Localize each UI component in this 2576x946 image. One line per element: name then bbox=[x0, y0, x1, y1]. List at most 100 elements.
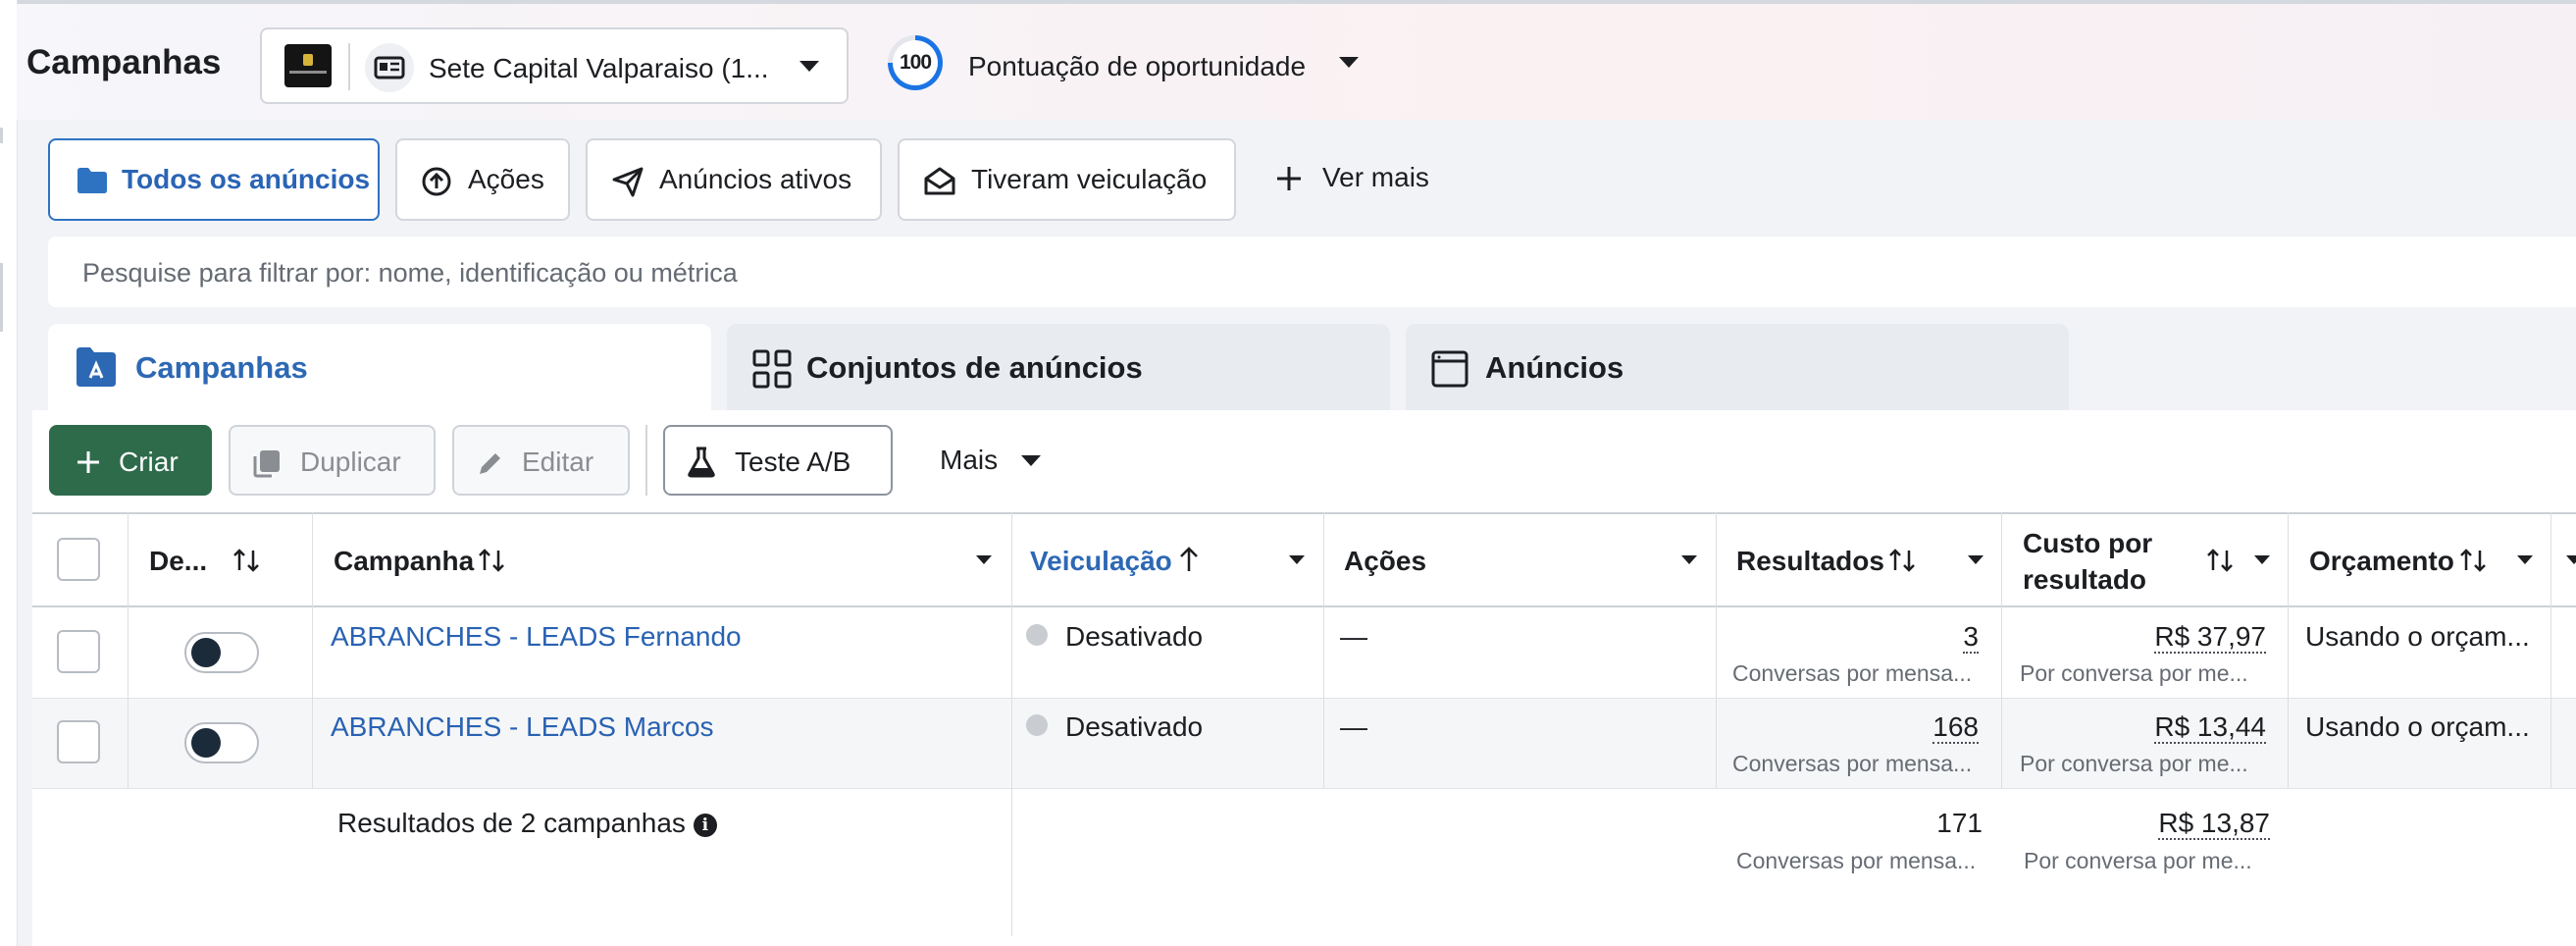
sort-icon[interactable] bbox=[1887, 547, 1917, 574]
edit-label: Editar bbox=[522, 447, 594, 477]
column-divider bbox=[312, 512, 313, 788]
sort-icon[interactable] bbox=[2458, 547, 2488, 574]
tab-campaigns[interactable]: Campanhas bbox=[48, 324, 711, 410]
info-icon[interactable]: i bbox=[693, 814, 717, 837]
row-divider bbox=[32, 788, 2576, 789]
tab-ads[interactable]: Anúncios bbox=[1406, 324, 2069, 410]
column-header-campaign[interactable]: Campanha bbox=[334, 546, 474, 577]
edit-button[interactable]: Editar bbox=[452, 425, 630, 496]
filter-actions[interactable]: Ações bbox=[395, 138, 570, 221]
open-envelope-icon bbox=[923, 166, 956, 197]
tab-label: Anúncios bbox=[1485, 350, 1624, 385]
results-value[interactable]: 3 bbox=[1963, 621, 1979, 654]
results-subtitle: Conversas por mensa... bbox=[1732, 660, 1973, 686]
results-value[interactable]: 168 bbox=[1932, 711, 1979, 744]
account-logo bbox=[284, 44, 332, 87]
search-placeholder: Pesquise para filtrar por: nome, identif… bbox=[82, 258, 738, 288]
row-checkbox[interactable] bbox=[57, 630, 100, 673]
sort-icon[interactable] bbox=[477, 547, 506, 574]
account-selector[interactable]: Sete Capital Valparaiso (1... bbox=[260, 27, 849, 104]
column-menu-caret[interactable] bbox=[1968, 555, 1984, 564]
select-all-checkbox[interactable] bbox=[57, 538, 100, 581]
account-card-icon bbox=[365, 43, 414, 92]
table-header-border bbox=[32, 605, 2576, 607]
campaign-name-link[interactable]: ABRANCHES - LEADS Fernando bbox=[331, 621, 742, 653]
flask-icon bbox=[688, 447, 715, 478]
divider bbox=[348, 43, 350, 90]
page-title: Campanhas bbox=[26, 43, 222, 81]
column-header-results[interactable]: Resultados bbox=[1736, 546, 1884, 577]
column-header-delivery-toggle[interactable]: De... bbox=[149, 546, 207, 577]
filter-label: Todos os anúncios bbox=[122, 164, 371, 194]
filter-label: Tiveram veiculação bbox=[971, 164, 1208, 194]
plus-icon bbox=[1277, 167, 1301, 190]
ab-test-label: Teste A/B bbox=[735, 447, 851, 477]
opportunity-score-value: 100 bbox=[893, 40, 938, 85]
budget-value: Usando o orçam... bbox=[2305, 711, 2530, 742]
filter-all-ads[interactable]: Todos os anúncios bbox=[48, 138, 380, 221]
opportunity-score-ring[interactable]: 100 bbox=[888, 35, 943, 90]
rail-marker bbox=[0, 128, 3, 143]
actions-value: — bbox=[1340, 621, 1367, 652]
duplicate-button[interactable]: Duplicar bbox=[229, 425, 436, 496]
filter-active-ads[interactable]: Anúncios ativos bbox=[586, 138, 882, 221]
summary-cost-value[interactable]: R$ 13,87 bbox=[2158, 808, 2270, 840]
delivery-toggle[interactable] bbox=[184, 632, 259, 673]
column-header-budget[interactable]: Orçamento bbox=[2309, 546, 2454, 577]
account-name: Sete Capital Valparaiso (1... bbox=[429, 53, 769, 83]
filter-label: Ações bbox=[468, 164, 544, 194]
duplicate-label: Duplicar bbox=[300, 447, 401, 477]
search-input[interactable]: Pesquise para filtrar por: nome, identif… bbox=[48, 236, 2576, 307]
column-menu-caret[interactable] bbox=[976, 555, 992, 564]
sort-icon[interactable] bbox=[232, 547, 261, 574]
cost-subtitle: Por conversa por me... bbox=[2020, 751, 2248, 776]
column-header-cost-per-result[interactable]: resultado bbox=[2023, 564, 2146, 596]
status-dot bbox=[1026, 624, 1048, 646]
column-header-actions[interactable]: Ações bbox=[1344, 546, 1426, 577]
column-menu-caret[interactable] bbox=[2517, 555, 2533, 564]
delivery-toggle[interactable] bbox=[184, 722, 259, 763]
column-divider bbox=[2288, 512, 2289, 788]
folder-icon bbox=[76, 166, 109, 195]
chevron-down-icon bbox=[799, 61, 819, 72]
cost-per-result-value[interactable]: R$ 37,97 bbox=[2154, 621, 2266, 654]
column-menu-caret[interactable] bbox=[1681, 555, 1697, 564]
column-menu-caret[interactable] bbox=[2566, 555, 2576, 564]
filter-had-delivery[interactable]: Tiveram veiculação bbox=[898, 138, 1236, 221]
sort-icon[interactable] bbox=[2205, 547, 2235, 574]
left-rail bbox=[0, 0, 18, 946]
pencil-icon bbox=[480, 453, 500, 474]
create-button[interactable]: Criar bbox=[49, 425, 212, 496]
tab-ad-sets[interactable]: Conjuntos de anúncios bbox=[727, 324, 1390, 410]
column-divider bbox=[128, 512, 129, 788]
status-dot bbox=[1026, 714, 1048, 736]
ad-window-icon bbox=[1431, 350, 1468, 388]
row-checkbox[interactable] bbox=[57, 720, 100, 763]
create-label: Criar bbox=[119, 447, 179, 477]
tab-label: Conjuntos de anúncios bbox=[806, 350, 1143, 385]
rail-marker bbox=[0, 263, 3, 332]
cost-per-result-value[interactable]: R$ 13,44 bbox=[2154, 711, 2266, 744]
column-divider bbox=[2550, 512, 2551, 788]
filter-label: Anúncios ativos bbox=[659, 164, 852, 194]
summary-cost-subtitle: Por conversa por me... bbox=[2024, 848, 2252, 873]
campaign-name-link[interactable]: ABRANCHES - LEADS Marcos bbox=[331, 711, 714, 743]
see-more-label: Ver mais bbox=[1322, 162, 1429, 192]
column-menu-caret[interactable] bbox=[1289, 555, 1305, 564]
column-divider bbox=[1323, 512, 1324, 788]
sort-ascending-icon[interactable] bbox=[1177, 546, 1201, 573]
paper-plane-icon bbox=[611, 166, 644, 197]
results-subtitle: Conversas por mensa... bbox=[1732, 751, 1973, 776]
column-header-delivery[interactable]: Veiculação bbox=[1030, 546, 1172, 577]
plus-icon bbox=[77, 451, 99, 473]
column-menu-caret[interactable] bbox=[2254, 555, 2270, 564]
opportunity-score-label[interactable]: Pontuação de oportunidade bbox=[968, 51, 1306, 82]
summary-label: Resultados de 2 campanhas i bbox=[337, 808, 717, 839]
summary-results-value: 171 bbox=[1936, 808, 1983, 838]
ab-test-button[interactable]: Teste A/B bbox=[663, 425, 893, 496]
chevron-down-icon[interactable] bbox=[1339, 57, 1359, 68]
column-header-cost-per-result[interactable]: Custo por bbox=[2023, 528, 2152, 559]
toolbar-divider bbox=[645, 425, 647, 496]
cost-subtitle: Por conversa por me... bbox=[2020, 660, 2248, 686]
upload-circle-icon bbox=[421, 166, 452, 197]
